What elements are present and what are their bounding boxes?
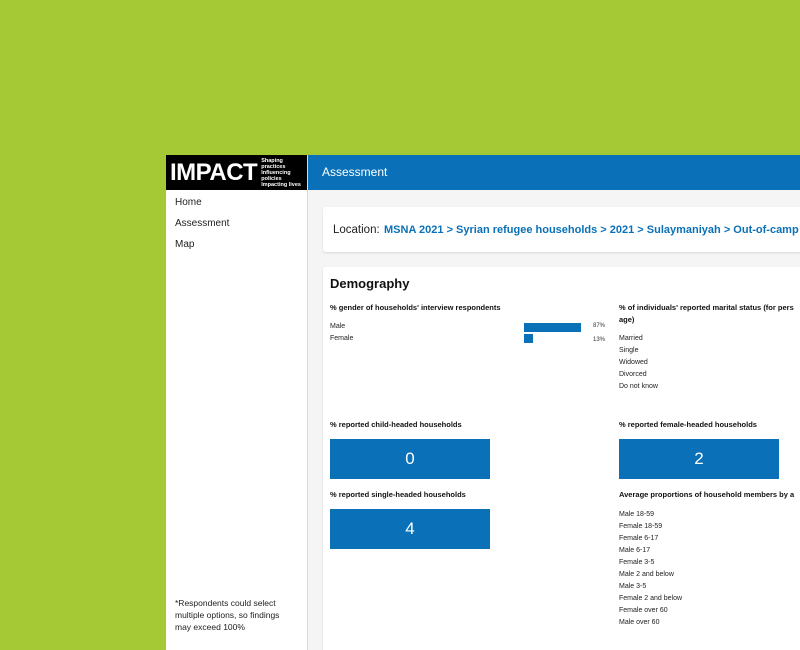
female-headed-title: % reported female-headed households (619, 420, 757, 429)
main-panel: Assessment Location: MSNA 2021 > Syrian … (308, 155, 800, 650)
gender-bar-value: 13% (593, 337, 606, 343)
proportions-row-label: Female 18-59 (619, 523, 663, 530)
proportions-row-label: Female over 60 (619, 607, 668, 614)
gender-bar-female (524, 334, 533, 343)
marital-title-line: % of individuals' reported marital statu… (619, 303, 794, 312)
logo-tagline-line: Shaping practices (261, 157, 286, 170)
page-title: Assessment (322, 165, 388, 179)
single-headed-value: 4 (330, 509, 490, 549)
marital-chart-title: % of individuals' reported marital statu… (619, 302, 800, 326)
marital-row-label: Do not know (619, 383, 658, 390)
gender-chart-title: % gender of households' interview respon… (330, 303, 501, 312)
nav-item-map[interactable]: Map (175, 238, 229, 259)
location-label: Location: (333, 224, 380, 236)
proportions-row-label: Male 6-17 (619, 547, 651, 554)
marital-title-line: age) (619, 315, 635, 324)
female-headed-value: 2 (619, 439, 779, 479)
footnote: *Respondents could select multiple optio… (175, 598, 280, 632)
demography-card: Demography % gender of households' inter… (323, 267, 800, 650)
gender-row-label: Female (330, 335, 354, 342)
sidebar-nav: Home Assessment Map (175, 196, 229, 259)
child-headed-value: 0 (330, 439, 490, 479)
gender-row-label: Male (330, 323, 346, 330)
single-headed-title: % reported single-headed households (330, 490, 466, 499)
proportions-title: Average proportions of household members… (619, 490, 795, 499)
logo-tagline: Shaping practices Influencing policies I… (261, 158, 307, 188)
proportions-row-label: Male 18-59 (619, 511, 655, 518)
proportions-row-label: Male 2 and below (619, 571, 674, 578)
gender-bar-male (524, 323, 582, 332)
marital-row-label: Single (619, 347, 639, 354)
nav-item-home[interactable]: Home (175, 196, 229, 217)
location-breadcrumb[interactable]: MSNA 2021 > Syrian refugee households > … (384, 224, 799, 236)
gender-bar-value: 87% (593, 323, 606, 329)
section-title: Demography (330, 276, 410, 291)
proportions-row-label: Female 6-17 (619, 535, 659, 542)
top-bar: Assessment (308, 155, 800, 190)
proportions-row-label: Male 3-5 (619, 583, 647, 590)
proportions-row-label: Female 3-5 (619, 559, 655, 566)
proportions-row-label: Male over 60 (619, 619, 660, 626)
logo-tagline-line: Impacting lives (261, 181, 301, 188)
location-card: Location: MSNA 2021 > Syrian refugee hou… (323, 207, 800, 252)
marital-row-label: Married (619, 335, 643, 342)
marital-row-label: Widowed (619, 359, 648, 366)
nav-item-assessment[interactable]: Assessment (175, 217, 229, 238)
impact-logo[interactable]: IMPACT Shaping practices Influencing pol… (166, 155, 307, 190)
sidebar: IMPACT Shaping practices Influencing pol… (166, 155, 307, 650)
logo-tagline-line: Influencing policies (261, 169, 291, 182)
marital-row-label: Divorced (619, 371, 647, 378)
logo-wordmark: IMPACT (170, 158, 258, 186)
app-window: IMPACT Shaping practices Influencing pol… (166, 155, 800, 650)
child-headed-title: % reported child-headed households (330, 420, 462, 429)
proportions-row-label: Female 2 and below (619, 595, 683, 602)
